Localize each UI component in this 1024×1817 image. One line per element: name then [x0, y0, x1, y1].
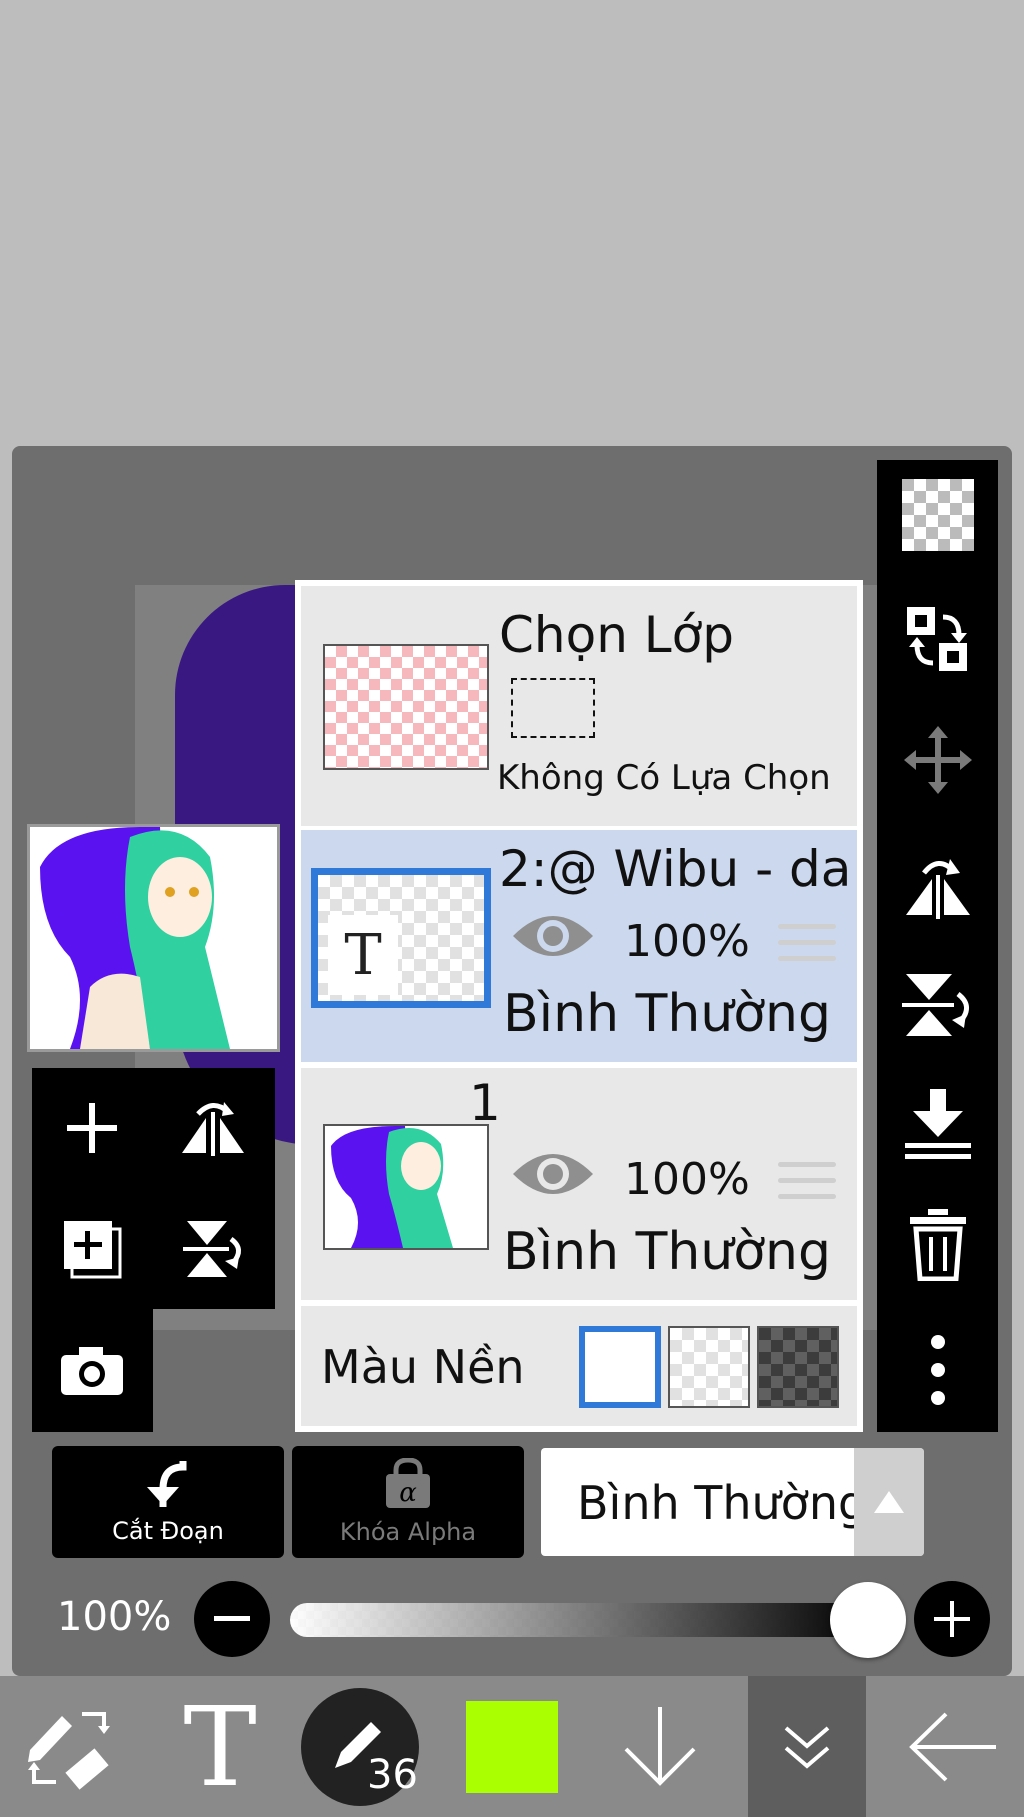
- chevron-double-down-icon: [784, 1725, 830, 1769]
- swap-icon: [906, 607, 967, 671]
- opacity-slider-knob[interactable]: [830, 1582, 906, 1658]
- opacity-decrease-button[interactable]: [194, 1581, 270, 1657]
- transparency-button[interactable]: [877, 460, 998, 570]
- swap-layer-button[interactable]: [877, 585, 998, 695]
- duplicate-layer-button[interactable]: [42, 1199, 142, 1299]
- right-toolbar: [877, 460, 998, 1432]
- selection-layer-title: Chọn Lớp: [499, 606, 734, 664]
- flip-layer-vertical-button[interactable]: [877, 950, 998, 1060]
- triangle-up-icon: [874, 1491, 904, 1513]
- move-button[interactable]: [877, 705, 998, 815]
- clip-label: Cắt Đoạn: [112, 1517, 224, 1545]
- color-picker-button[interactable]: [462, 1676, 562, 1817]
- checkerboard-icon: [901, 479, 974, 551]
- drag-handle-icon[interactable]: [778, 1162, 836, 1208]
- more-vertical-icon: [930, 1335, 945, 1405]
- camera-tool-area: [32, 1309, 153, 1432]
- pen-eraser-swap-button[interactable]: [10, 1676, 130, 1817]
- layer-1-thumbnail: [323, 1124, 489, 1250]
- flip-vertical-icon: [183, 1221, 241, 1277]
- arrow-left-icon: [909, 1712, 996, 1781]
- merge-down-icon: [904, 1089, 971, 1159]
- text-tool-icon: T: [183, 1682, 257, 1811]
- layer-1-name: 1: [469, 1074, 501, 1132]
- flip-vertical-button[interactable]: [163, 1199, 263, 1299]
- camera-icon: [61, 1347, 123, 1395]
- merge-down-button[interactable]: [877, 1070, 998, 1180]
- background-white-swatch[interactable]: [579, 1326, 661, 1408]
- layer-list: Chọn Lớp Không Có Lựa Chọn T 2:@ Wibu - …: [295, 580, 863, 1432]
- layer-1-opacity: 100%: [624, 1154, 750, 1205]
- layer-2-opacity: 100%: [624, 916, 750, 967]
- flip-layer-horizontal-button[interactable]: [877, 830, 998, 940]
- background-transparent-swatch[interactable]: [668, 1326, 750, 1408]
- flip-vertical-icon: [901, 974, 969, 1036]
- clip-button[interactable]: Cắt Đoạn: [52, 1446, 284, 1558]
- camera-button[interactable]: [42, 1320, 142, 1420]
- drag-handle-icon[interactable]: [778, 924, 836, 970]
- plus-icon: [67, 1103, 117, 1153]
- opacity-increase-button[interactable]: [914, 1581, 990, 1657]
- delete-layer-button[interactable]: [877, 1190, 998, 1300]
- brush-size-button[interactable]: 36: [300, 1676, 420, 1817]
- blend-mode-dropdown-button[interactable]: [854, 1448, 924, 1556]
- layer-2-thumbnail: T: [311, 868, 491, 1008]
- lock-alpha-icon: α: [386, 1458, 430, 1508]
- canvas-preview[interactable]: [27, 824, 280, 1052]
- selection-marquee-icon: [511, 678, 595, 738]
- layer-1-blend: Bình Thường: [503, 1222, 832, 1282]
- duplicate-icon: [64, 1221, 122, 1279]
- layer-panel-toggle-button[interactable]: [748, 1676, 866, 1817]
- layer-row-1[interactable]: 1 100% Bình Thường: [301, 1068, 857, 1300]
- layer-1-artwork: [325, 1126, 487, 1248]
- clip-arrow-icon: [147, 1461, 187, 1507]
- flip-horizontal-button[interactable]: [163, 1078, 263, 1178]
- bottom-toolbar: T 36: [0, 1676, 1024, 1817]
- text-tool-button[interactable]: T: [160, 1676, 280, 1817]
- background-color-row: Màu Nền: [301, 1306, 857, 1426]
- arrow-down-icon: [624, 1706, 696, 1786]
- blend-mode-value: Bình Thường: [577, 1476, 868, 1530]
- layer-down-button[interactable]: [610, 1676, 710, 1817]
- layer-2-blend: Bình Thường: [503, 984, 832, 1044]
- alpha-lock-button[interactable]: α Khóa Alpha: [292, 1446, 524, 1558]
- visibility-eye-icon[interactable]: [511, 908, 595, 964]
- opacity-value: 100%: [57, 1594, 172, 1640]
- opacity-slider[interactable]: [290, 1603, 870, 1637]
- more-options-button[interactable]: [877, 1315, 998, 1425]
- layer-row-2[interactable]: T 2:@ Wibu - da 100% Bình Thường: [301, 830, 857, 1062]
- visibility-eye-icon[interactable]: [511, 1146, 595, 1202]
- back-button[interactable]: [896, 1676, 1006, 1817]
- alpha-lock-label: Khóa Alpha: [339, 1518, 477, 1546]
- background-color-label: Màu Nền: [321, 1340, 525, 1394]
- svg-text:α: α: [399, 1478, 417, 1508]
- background-dark-swatch[interactable]: [757, 1326, 839, 1408]
- brush-size-value: 36: [367, 1751, 418, 1798]
- plus-icon: [934, 1601, 970, 1637]
- selection-layer-thumbnail: [323, 644, 489, 770]
- flip-horizontal-icon: [905, 859, 970, 919]
- pen-eraser-swap-icon: [28, 1711, 110, 1790]
- trash-icon: [909, 1209, 966, 1281]
- layer-tools-panel: [32, 1068, 275, 1309]
- move-icon: [903, 726, 972, 794]
- minus-icon: [214, 1616, 250, 1621]
- selection-layer[interactable]: Chọn Lớp Không Có Lựa Chọn: [301, 586, 857, 826]
- blend-mode-select[interactable]: Bình Thường: [541, 1448, 924, 1556]
- text-layer-icon: T: [328, 915, 398, 995]
- flip-horizontal-icon: [182, 1102, 244, 1156]
- selection-layer-subtitle: Không Có Lựa Chọn: [497, 758, 831, 798]
- current-color-swatch: [466, 1700, 558, 1793]
- add-layer-button[interactable]: [42, 1078, 142, 1178]
- brush-size-indicator: 36: [301, 1687, 419, 1806]
- layer-2-name: 2:@ Wibu - da: [499, 840, 852, 898]
- preview-artwork: [30, 827, 277, 1049]
